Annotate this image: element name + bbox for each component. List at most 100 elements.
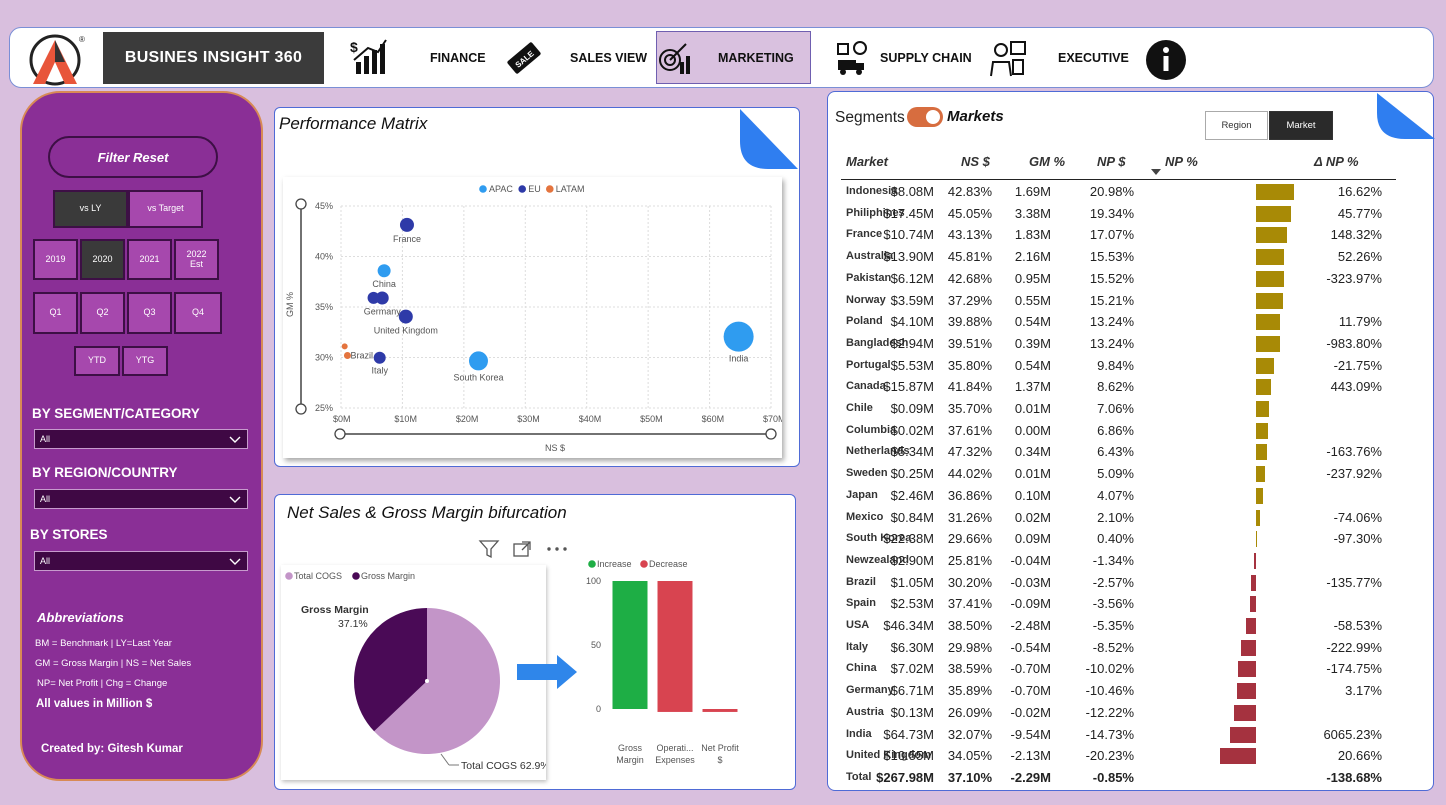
- np-pct-bar: [1256, 314, 1280, 331]
- total-row: Total $267.98M 37.10% -2.29M -0.85% -138.68%: [841, 767, 1396, 789]
- sale-tag-icon[interactable]: SALE: [504, 38, 544, 78]
- more-options-icon[interactable]: [545, 545, 569, 553]
- np-cell: 2.16M: [1014, 249, 1051, 265]
- scatter-point[interactable]: [399, 217, 414, 232]
- scatter-point[interactable]: [377, 264, 391, 278]
- nav-executive[interactable]: EXECUTIVE: [1058, 28, 1129, 87]
- table-row[interactable]: Columbia $0.02M 37.61% 0.00M 6.86%: [841, 420, 1396, 442]
- y-slider-handle[interactable]: [295, 198, 307, 210]
- region-button[interactable]: Region: [1205, 111, 1268, 140]
- table-row[interactable]: Australia $13.90M 45.81% 2.16M 15.53% 52.26%: [841, 246, 1396, 268]
- scatter-point[interactable]: [468, 351, 488, 371]
- x-slider-handle[interactable]: [334, 428, 346, 440]
- table-row[interactable]: Sweden $0.25M 44.02% 0.01M 5.09% -237.92%: [841, 463, 1396, 485]
- q2-button[interactable]: Q2: [80, 292, 125, 334]
- year-2021-button[interactable]: 2021: [127, 239, 172, 280]
- scatter-point[interactable]: [398, 309, 413, 324]
- table-row[interactable]: Chile $0.09M 35.70% 0.01M 7.06%: [841, 398, 1396, 420]
- table-row[interactable]: USA $46.34M 38.50% -2.48M -5.35% -58.53%: [841, 615, 1396, 637]
- table-row[interactable]: Netherlands $5.34M 47.32% 0.34M 6.43% -163.76…: [841, 441, 1396, 463]
- table-row[interactable]: Brazil $1.05M 30.20% -0.03M -2.57% -135.77%: [841, 572, 1396, 594]
- sort-desc-icon[interactable]: [1151, 169, 1161, 175]
- np-pct-cell: 19.34%: [1089, 205, 1134, 221]
- market-cell: Austria: [846, 705, 884, 718]
- header-market[interactable]: Market: [846, 154, 888, 169]
- table-row[interactable]: Poland $4.10M 39.88% 0.54M 13.24% 11.79%: [841, 311, 1396, 333]
- nav-marketing[interactable]: MARKETING: [718, 28, 794, 87]
- ytg-button[interactable]: YTG: [122, 346, 168, 376]
- market-cell: Spain: [846, 597, 876, 610]
- header-np-pct[interactable]: NP %: [1165, 154, 1198, 169]
- market-cell: India: [846, 727, 872, 740]
- table-row[interactable]: Germany $6.71M 35.89% -0.70M -10.46% 3.17%: [841, 680, 1396, 702]
- year-2019-button[interactable]: 2019: [33, 239, 78, 280]
- scatter-point[interactable]: [373, 351, 386, 364]
- nav-sales-view[interactable]: SALES VIEW: [570, 28, 647, 87]
- waterfall-bar[interactable]: [702, 709, 738, 712]
- table-row[interactable]: Austria $0.13M 26.09% -0.02M -12.22%: [841, 702, 1396, 724]
- table-row[interactable]: Canada $15.87M 41.84% 1.37M 8.62% 443.09%: [841, 376, 1396, 398]
- x-tick-label: $10M: [394, 414, 417, 424]
- table-row[interactable]: Italy $6.30M 29.98% -0.54M -8.52% -222.99%: [841, 637, 1396, 659]
- table-row[interactable]: China $7.02M 38.59% -0.70M -10.02% -174.75%: [841, 658, 1396, 680]
- table-row[interactable]: Portugal $5.53M 35.80% 0.54M 9.84% -21.75%: [841, 355, 1396, 377]
- segments-markets-toggle[interactable]: [907, 107, 943, 127]
- header-ns[interactable]: NS $: [961, 154, 990, 169]
- finance-chart-icon[interactable]: $: [348, 38, 388, 78]
- segment-dropdown[interactable]: All: [34, 429, 248, 449]
- x-slider-handle[interactable]: [765, 428, 777, 440]
- year-2022-est-button[interactable]: 2022 Est: [174, 239, 219, 280]
- table-row[interactable]: India $64.73M 32.07% -9.54M -14.73% 6065.23%: [841, 724, 1396, 746]
- filter-icon[interactable]: [478, 539, 500, 559]
- header-np[interactable]: NP $: [1097, 154, 1125, 169]
- marketing-target-icon[interactable]: [656, 38, 696, 78]
- year-2020-button[interactable]: 2020: [80, 239, 125, 280]
- table-row[interactable]: Philiphines $17.45M 45.05% 3.38M 19.34% 45.77…: [841, 203, 1396, 225]
- table-row[interactable]: Pakistan $6.12M 42.68% 0.95M 15.52% -323.97%: [841, 268, 1396, 290]
- scatter-chart-area: APAC EU LATAM 45% 40% 35% 30% 25% $0M $10M $20M $30…: [283, 177, 786, 458]
- supply-chain-icon[interactable]: [832, 38, 872, 78]
- executive-icon[interactable]: [987, 38, 1027, 78]
- category-label: Expenses: [655, 755, 695, 765]
- table-row[interactable]: Mexico $0.84M 31.26% 0.02M 2.10% -74.06%: [841, 507, 1396, 529]
- table-row[interactable]: France $10.74M 43.13% 1.83M 17.07% 148.32%: [841, 224, 1396, 246]
- y-slider-handle[interactable]: [295, 403, 307, 415]
- market-button[interactable]: Market: [1269, 111, 1333, 140]
- table-row[interactable]: United Kingdom $10.55M 34.05% -2.13M -20.23%…: [841, 745, 1396, 767]
- waterfall-bar[interactable]: [657, 581, 693, 712]
- q1-button[interactable]: Q1: [33, 292, 78, 334]
- scatter-point[interactable]: [723, 321, 754, 352]
- table-row[interactable]: South Korea $22.38M 29.66% 0.09M 0.40% -97.30…: [841, 528, 1396, 550]
- np-pct-bar: [1253, 552, 1256, 569]
- filter-reset-button[interactable]: Filter Reset: [48, 136, 218, 178]
- np-pct-bar: [1256, 466, 1266, 483]
- q4-button[interactable]: Q4: [174, 292, 222, 334]
- region-dropdown[interactable]: All: [34, 489, 248, 509]
- table-row[interactable]: Norway $3.59M 37.29% 0.55M 15.21%: [841, 290, 1396, 312]
- scatter-legend: APAC EU LATAM: [479, 184, 584, 194]
- ytd-button[interactable]: YTD: [74, 346, 120, 376]
- scatter-point[interactable]: [341, 343, 348, 350]
- vs-target-button[interactable]: vs Target: [128, 190, 203, 228]
- header-np-change[interactable]: Δ NP %: [1314, 154, 1359, 169]
- gm-cell: 26.09%: [947, 704, 992, 720]
- table-row[interactable]: Indonesia $8.08M 42.83% 1.69M 20.98% 16.62%: [841, 181, 1396, 203]
- table-row[interactable]: Spain $2.53M 37.41% -0.09M -3.56%: [841, 593, 1396, 615]
- header-gm[interactable]: GM %: [1029, 154, 1065, 169]
- waterfall-bar[interactable]: [612, 581, 648, 709]
- abbreviation-line: NP= Net Profit | Chg = Change: [37, 678, 168, 689]
- table-row[interactable]: Japan $2.46M 36.86% 0.10M 4.07%: [841, 485, 1396, 507]
- q3-button[interactable]: Q3: [127, 292, 172, 334]
- scatter-point[interactable]: [375, 291, 389, 305]
- table-row[interactable]: Bangladesh $2.94M 39.51% 0.39M 13.24% -983.80…: [841, 333, 1396, 355]
- np-pct-bar: [1249, 596, 1256, 613]
- table-row[interactable]: Newzealand $2.90M 25.81% -0.04M -1.34%: [841, 550, 1396, 572]
- focus-mode-icon[interactable]: [512, 540, 532, 558]
- vs-ly-button[interactable]: vs LY: [53, 190, 128, 228]
- stores-dropdown[interactable]: All: [34, 551, 248, 571]
- nav-supply-chain[interactable]: SUPPLY CHAIN: [880, 28, 972, 87]
- category-label: Net Profit: [701, 743, 739, 753]
- ns-cell: $0.02M: [890, 422, 934, 438]
- info-icon[interactable]: [1146, 40, 1186, 80]
- nav-finance[interactable]: FINANCE: [430, 28, 486, 87]
